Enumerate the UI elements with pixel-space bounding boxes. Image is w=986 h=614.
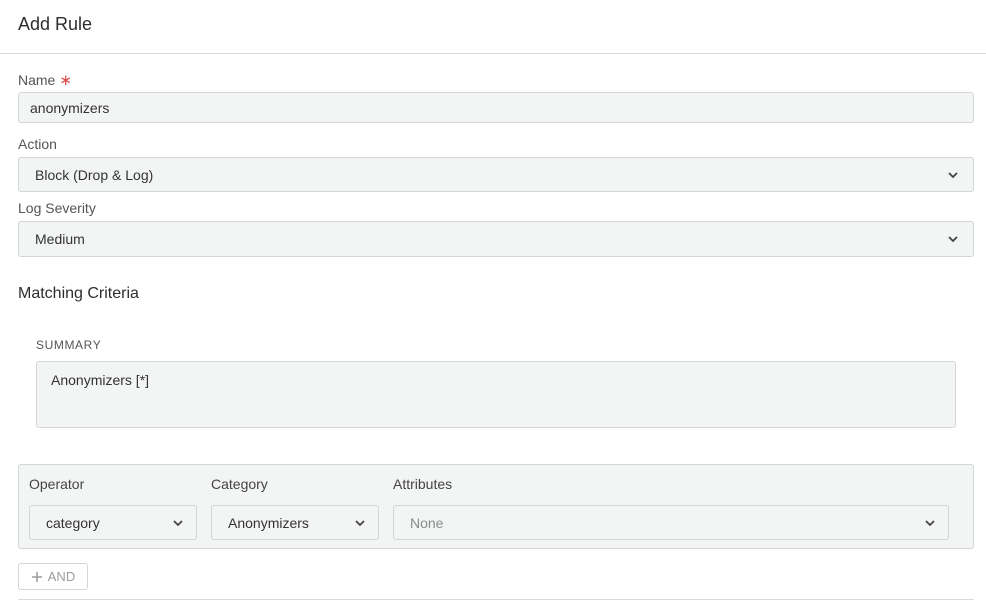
category-select[interactable]: Anonymizers (211, 505, 379, 540)
attributes-label: Attributes (393, 476, 453, 492)
attributes-select[interactable]: None (393, 505, 949, 540)
log-severity-label: Log Severity (18, 200, 96, 216)
add-and-button[interactable]: AND (18, 563, 88, 590)
summary-text: Anonymizers [*] (51, 372, 150, 388)
operator-selected-value: category (46, 514, 100, 531)
name-label: Name ∗ (18, 71, 72, 89)
bottom-divider (18, 599, 974, 600)
chevron-down-icon (948, 236, 958, 243)
matching-criteria-title: Matching Criteria (18, 285, 139, 302)
name-label-text: Name (18, 72, 56, 88)
log-severity-select[interactable]: Medium (18, 221, 974, 257)
summary-box: Anonymizers [*] (36, 361, 956, 428)
operator-select[interactable]: category (29, 505, 197, 540)
log-severity-selected-value: Medium (35, 231, 85, 247)
action-select[interactable]: Block (Drop & Log) (18, 157, 974, 192)
and-button-label: AND (47, 569, 76, 584)
chevron-down-icon (948, 171, 958, 178)
name-input-value: anonymizers (30, 100, 110, 116)
chevron-down-icon (925, 519, 935, 526)
required-marker: ∗ (59, 72, 72, 89)
dialog-header: Add Rule (0, 0, 986, 54)
plus-icon (31, 571, 42, 582)
action-selected-value: Block (Drop & Log) (35, 166, 154, 183)
attributes-placeholder: None (410, 514, 444, 531)
chevron-down-icon (173, 519, 183, 526)
page-title: Add Rule (18, 14, 93, 34)
action-label: Action (18, 136, 57, 152)
name-input[interactable]: anonymizers (18, 92, 974, 123)
category-selected-value: Anonymizers (228, 514, 309, 531)
criteria-row: Operator Category Attributes category An… (18, 464, 974, 549)
chevron-down-icon (355, 519, 365, 526)
summary-label: SUMMARY (36, 338, 102, 352)
category-label: Category (211, 476, 268, 492)
operator-label: Operator (29, 476, 85, 492)
